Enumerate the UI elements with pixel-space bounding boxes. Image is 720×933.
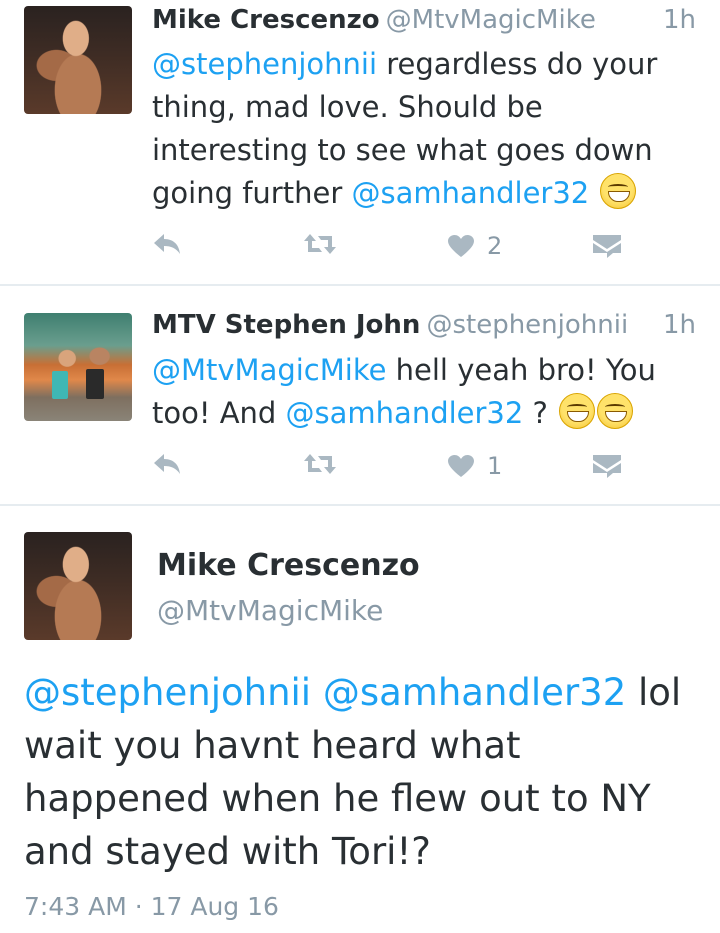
- grinning-face-emoji: [600, 173, 637, 209]
- tweet-timestamp: 7:43 AM · 17 Aug 16: [24, 892, 279, 921]
- like-button[interactable]: 1: [447, 452, 502, 480]
- mention-link[interactable]: @samhandler32: [351, 176, 589, 210]
- mention-link[interactable]: @stephenjohnii: [152, 47, 377, 81]
- author-name[interactable]: Mike Crescenzo: [157, 548, 420, 583]
- tweet-actions: 1: [152, 452, 622, 492]
- grinning-face-emoji: [597, 393, 634, 429]
- tweet-text: @stephenjohnii @samhandler32 lol wait yo…: [24, 666, 694, 878]
- mention-link[interactable]: @samhandler32: [286, 396, 524, 430]
- retweet-icon: [304, 454, 336, 474]
- retweet-button[interactable]: [302, 452, 338, 476]
- grinning-face-emoji: [559, 393, 596, 429]
- like-count: 1: [487, 452, 503, 480]
- tweet-actions: 2: [152, 232, 622, 272]
- avatar-figure: [86, 369, 104, 399]
- avatar[interactable]: [24, 532, 132, 640]
- tweet-text: @stephenjohnii regardless do your thing,…: [152, 43, 692, 215]
- tweet-time: 1h: [662, 310, 696, 340]
- author-name[interactable]: MTV Stephen John: [152, 310, 420, 340]
- direct-message-button[interactable]: [592, 232, 622, 258]
- mention-link[interactable]: @stephenjohnii: [24, 671, 311, 714]
- tweet-2[interactable]: MTV Stephen John @stephenjohnii 1h @MtvMa…: [0, 286, 720, 504]
- author-name[interactable]: Mike Crescenzo: [152, 5, 380, 35]
- heart-icon: [448, 455, 474, 477]
- tweet-header: Mike Crescenzo @MtvMagicMike: [152, 5, 596, 35]
- author-handle[interactable]: @MtvMagicMike: [386, 5, 596, 35]
- reply-button[interactable]: [152, 232, 182, 256]
- author-handle[interactable]: @MtvMagicMike: [157, 594, 383, 627]
- tweet-1[interactable]: Mike Crescenzo @MtvMagicMike 1h @stephenj…: [0, 0, 720, 284]
- direct-message-icon: [593, 235, 621, 258]
- tweet-text-part: ?: [523, 396, 558, 430]
- avatar[interactable]: [24, 313, 132, 421]
- heart-icon: [448, 235, 474, 257]
- tweet-header: MTV Stephen John @stephenjohnii: [152, 310, 628, 340]
- mention-link[interactable]: @samhandler32: [323, 671, 626, 714]
- reply-icon: [154, 234, 180, 254]
- mention-link[interactable]: @MtvMagicMike: [152, 353, 386, 387]
- tweet-detail: Mike Crescenzo @MtvMagicMike @stephenjoh…: [0, 506, 720, 933]
- reply-icon: [154, 454, 180, 474]
- tweet-text: @MtvMagicMike hell yeah bro! You too! An…: [152, 349, 692, 435]
- direct-message-icon: [593, 455, 621, 478]
- tweet-time: 1h: [662, 5, 696, 35]
- direct-message-button[interactable]: [592, 452, 622, 478]
- like-count: 2: [487, 232, 503, 260]
- like-button[interactable]: 2: [447, 232, 502, 260]
- avatar-figure: [52, 371, 68, 399]
- author-handle[interactable]: @stephenjohnii: [426, 310, 628, 340]
- retweet-button[interactable]: [302, 232, 338, 256]
- avatar[interactable]: [24, 6, 132, 114]
- retweet-icon: [304, 234, 336, 254]
- reply-button[interactable]: [152, 452, 182, 476]
